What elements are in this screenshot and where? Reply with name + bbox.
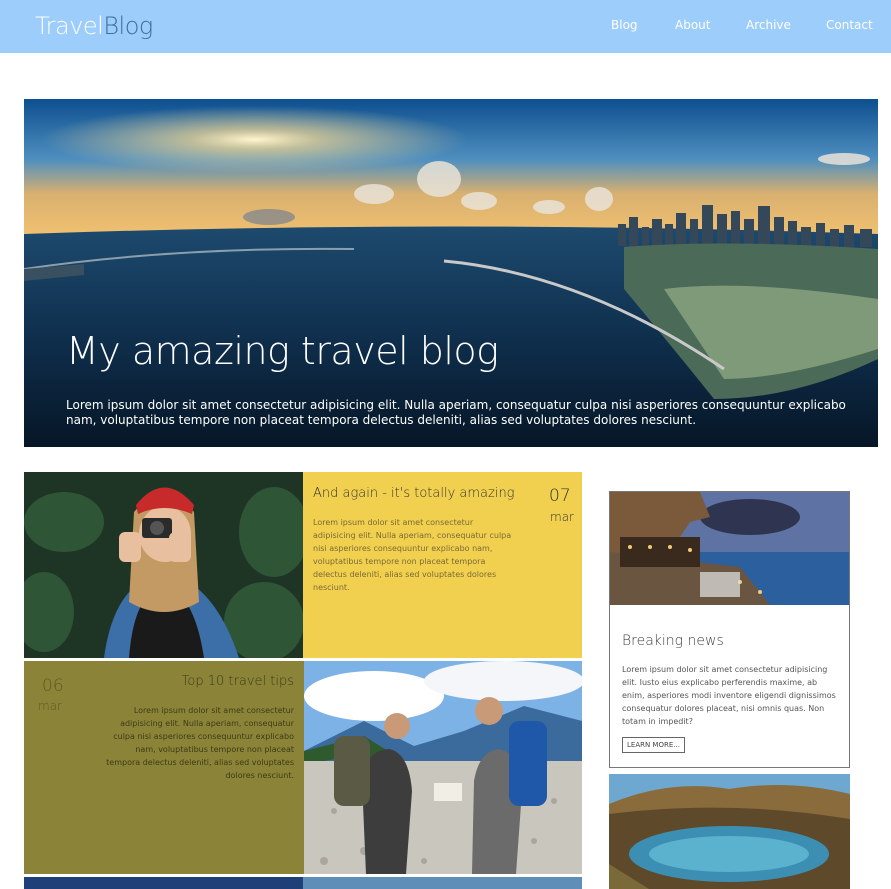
woman-with-camera-image <box>24 472 303 658</box>
post-excerpt: Lorem ipsum dolor sit amet consectetur a… <box>106 706 294 780</box>
lake-landscape-image <box>609 774 850 889</box>
breaking-news-text: Lorem ipsum dolor sit amet consectetur a… <box>622 665 836 726</box>
breaking-news-card: Breaking news Lorem ipsum dolor sit amet… <box>609 491 850 768</box>
logo-part-travel: Travel <box>35 12 104 40</box>
hero-description: Lorem ipsum dolor sit amet consectetur a… <box>66 398 846 427</box>
post-card-amazing[interactable]: And again - it's totally amazing 07 mar … <box>303 472 582 658</box>
hikers-image[interactable] <box>304 661 582 874</box>
post-title[interactable]: Top 10 travel tips <box>182 674 294 689</box>
logo-part-blog: Blog <box>103 12 153 40</box>
learn-more-button[interactable]: LEARN MORE... <box>622 737 685 753</box>
site-header: TravelBlog Blog About Archive Contact <box>0 0 891 53</box>
post-date-month: mar <box>550 510 574 524</box>
post-date-day: 07 <box>549 486 571 506</box>
breaking-news-title: Breaking news <box>622 633 724 649</box>
post-excerpt: Lorem ipsum dolor sit amet consectetur a… <box>313 518 512 592</box>
hero-banner-image: My amazing travel blog Lorem ipsum dolor… <box>24 99 878 447</box>
two-hikers-image <box>304 661 582 874</box>
mountain-lake-image <box>609 774 850 889</box>
post-tile-partial[interactable] <box>303 877 582 889</box>
resort-deck-image <box>610 492 849 605</box>
post-card-travel-tips[interactable]: 06 mar Top 10 travel tips Lorem ipsum do… <box>24 661 304 874</box>
post-date-day: 06 <box>42 676 64 696</box>
nav-blog-link[interactable]: Blog <box>611 18 638 32</box>
post-date-month: mar <box>38 699 62 713</box>
post-title[interactable]: And again - it's totally amazing <box>313 486 514 501</box>
photographer-image[interactable] <box>24 472 303 658</box>
nav-contact-link[interactable]: Contact <box>826 18 873 32</box>
hero-title: My amazing travel blog <box>66 329 499 373</box>
nav-archive-link[interactable]: Archive <box>746 18 791 32</box>
site-logo[interactable]: TravelBlog <box>35 12 153 40</box>
post-tile-partial[interactable] <box>24 877 303 889</box>
nav-about-link[interactable]: About <box>675 18 710 32</box>
city-panorama-image <box>24 99 878 447</box>
